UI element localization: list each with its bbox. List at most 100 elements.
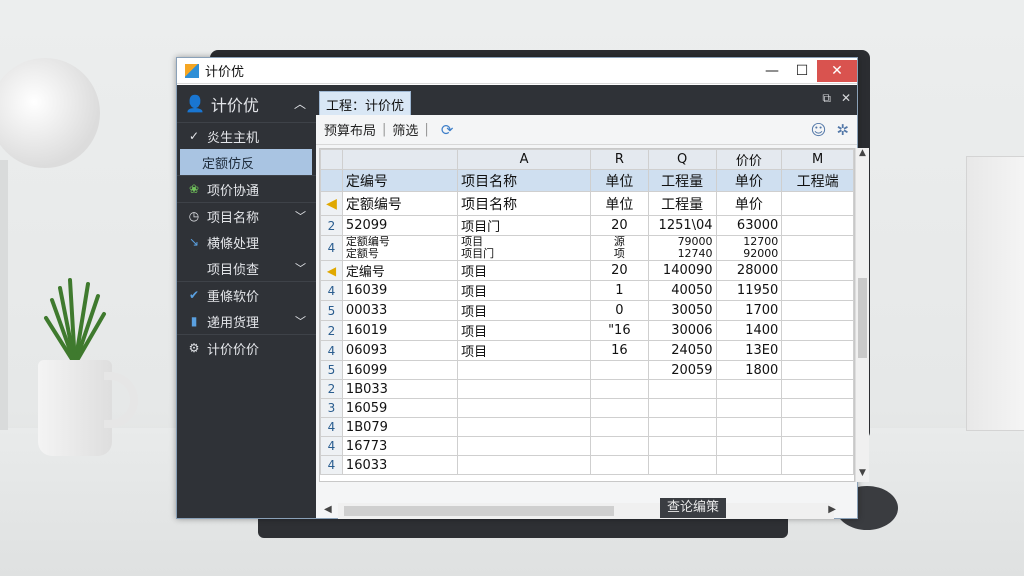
sidebar-item-6[interactable]: ✔ 重條软价	[177, 282, 316, 308]
row-number[interactable]: 4	[320, 235, 343, 261]
table-cell[interactable]	[647, 455, 717, 475]
table-cell[interactable]	[781, 436, 854, 456]
table-cell[interactable]	[457, 398, 592, 418]
table-cell[interactable]	[457, 360, 592, 380]
table-cell[interactable]: 52099	[341, 215, 459, 236]
table-cell[interactable]	[781, 280, 854, 301]
table-cell[interactable]: 30050	[647, 300, 717, 321]
table-cell[interactable]	[647, 398, 717, 418]
table-cell[interactable]: 定编号	[341, 260, 459, 281]
col-header[interactable]: 价价	[715, 149, 783, 170]
sidebar-item-7[interactable]: ▮ 递用货理 ﹀	[177, 308, 316, 334]
table-cell[interactable]	[590, 379, 649, 399]
table-cell[interactable]	[590, 398, 649, 418]
row-number[interactable]: 4	[320, 340, 343, 361]
sidebar-item-0[interactable]: ✓ 炎生主机	[177, 123, 316, 149]
table-cell[interactable]: 项目	[457, 320, 592, 341]
scroll-thumb-h[interactable]	[344, 506, 614, 516]
table-cell[interactable]	[590, 436, 649, 456]
table-cell[interactable]: 63000	[715, 215, 783, 236]
table-cell[interactable]	[457, 417, 592, 437]
table-cell[interactable]: 定额编号 定额号	[341, 235, 459, 261]
table-cell[interactable]	[781, 455, 854, 475]
table-cell[interactable]: 79000 12740	[647, 235, 717, 261]
col-header[interactable]: R	[590, 149, 649, 170]
row-number[interactable]: 5	[320, 360, 343, 380]
row-number[interactable]: 4	[320, 280, 343, 301]
col-header[interactable]: A	[457, 149, 592, 170]
table-cell[interactable]	[781, 417, 854, 437]
table-cell[interactable]: 项目	[457, 280, 592, 301]
table-cell[interactable]	[715, 436, 783, 456]
sidebar-item-3[interactable]: ◷ 项目名称 ﹀	[177, 203, 316, 229]
smiley-icon[interactable]: ☺	[811, 121, 827, 139]
table-cell[interactable]	[781, 379, 854, 399]
col-header[interactable]: M	[781, 149, 854, 170]
settings-icon[interactable]: ✲	[836, 121, 849, 139]
sidebar-header[interactable]: 👤 计价优 ︿	[177, 85, 316, 123]
table-cell[interactable]	[647, 379, 717, 399]
table-cell[interactable]: 40050	[647, 280, 717, 301]
close-button[interactable]: ✕	[817, 59, 857, 82]
row-number[interactable]: ◀	[320, 260, 343, 281]
table-cell[interactable]: 16	[590, 340, 649, 361]
table-cell[interactable]: 16099	[341, 360, 459, 380]
sidebar-item-4[interactable]: ↘ 横條处理	[177, 229, 316, 255]
table-cell[interactable]: "16	[590, 320, 649, 341]
table-cell[interactable]	[647, 436, 717, 456]
table-cell[interactable]: 0	[590, 300, 649, 321]
scroll-right-icon[interactable]: ▶	[828, 504, 836, 515]
table-cell[interactable]	[715, 455, 783, 475]
table-cell[interactable]: 源 项	[590, 235, 649, 261]
sidebar-item-1[interactable]: 定额仿反	[180, 149, 312, 175]
table-cell[interactable]: 1B033	[341, 379, 459, 399]
table-cell[interactable]: 20059	[647, 360, 717, 380]
table-cell[interactable]	[781, 398, 854, 418]
row-number[interactable]: 4	[320, 436, 343, 456]
table-cell[interactable]	[715, 398, 783, 418]
table-cell[interactable]: 项目	[457, 300, 592, 321]
row-number[interactable]: 3	[320, 398, 343, 418]
tab-project[interactable]: 工程：计价优	[319, 91, 412, 115]
table-cell[interactable]	[781, 340, 854, 361]
close-tab-icon[interactable]: ✕	[841, 91, 851, 106]
table-cell[interactable]	[590, 360, 649, 380]
table-cell[interactable]: 1	[590, 280, 649, 301]
table-cell[interactable]: 1400	[715, 320, 783, 341]
table-cell[interactable]: 24050	[647, 340, 717, 361]
table-cell[interactable]	[457, 379, 592, 399]
table-cell[interactable]: 13E0	[715, 340, 783, 361]
table-cell[interactable]: 1B079	[341, 417, 459, 437]
corner-cell[interactable]	[320, 149, 343, 170]
table-cell[interactable]: 16033	[341, 455, 459, 475]
sidebar-item-2[interactable]: ❀ 项价协通	[177, 176, 316, 202]
sidebar-item-5[interactable]: 项目侦查 ﹀	[177, 255, 316, 281]
table-cell[interactable]: 06093	[341, 340, 459, 361]
table-cell[interactable]: 20	[590, 215, 649, 236]
horizontal-scrollbar[interactable]: ◀ ▶	[324, 503, 836, 519]
row-number[interactable]: 5	[320, 300, 343, 321]
vertical-scrollbar[interactable]: ▲ ▼	[855, 148, 869, 482]
table-cell[interactable]	[590, 417, 649, 437]
row-number[interactable]: 4	[320, 417, 343, 437]
col-header[interactable]: Q	[647, 149, 717, 170]
table-cell[interactable]	[457, 455, 592, 475]
table-cell[interactable]: 00033	[341, 300, 459, 321]
table-cell[interactable]: 16773	[341, 436, 459, 456]
sidebar-item-8[interactable]: ⚙ 计价价价	[177, 335, 316, 361]
row-number[interactable]: 2	[320, 320, 343, 341]
col-header[interactable]	[341, 149, 459, 170]
table-cell[interactable]: 项目门	[457, 215, 592, 236]
table-cell[interactable]	[781, 320, 854, 341]
table-cell[interactable]: 项目	[457, 340, 592, 361]
table-cell[interactable]: 11950	[715, 280, 783, 301]
table-cell[interactable]	[781, 235, 854, 261]
table-cell[interactable]	[715, 379, 783, 399]
table-cell[interactable]: 20	[590, 260, 649, 281]
row-number[interactable]: 2	[320, 379, 343, 399]
maximize-button[interactable]: ☐	[787, 60, 817, 82]
table-cell[interactable]: 16019	[341, 320, 459, 341]
toolbar-layout-button[interactable]: 预算布局	[324, 120, 376, 139]
table-cell[interactable]	[781, 360, 854, 380]
scroll-thumb[interactable]	[858, 278, 867, 358]
